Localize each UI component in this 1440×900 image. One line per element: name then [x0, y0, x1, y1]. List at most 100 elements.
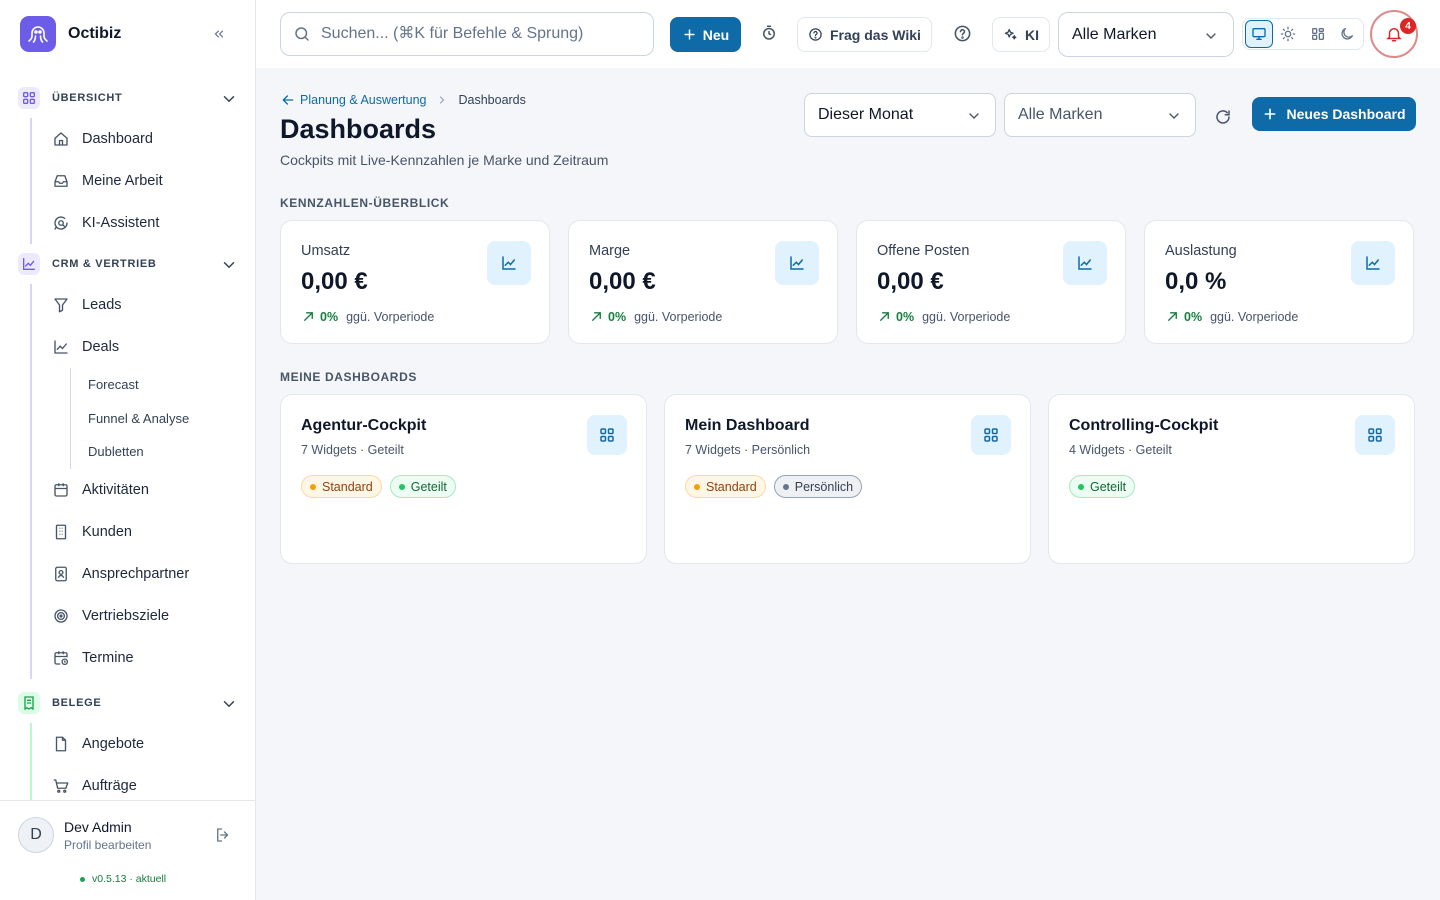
logout-icon[interactable]	[214, 826, 232, 844]
kpi-label: Umsatz	[301, 243, 351, 259]
trending-chart-icon	[1351, 241, 1395, 285]
search-input[interactable]	[321, 25, 641, 43]
status-badge: Persönlich	[773, 475, 863, 498]
timer-icon[interactable]	[760, 24, 778, 42]
sidebar-item-quotes[interactable]: Angebote	[32, 723, 256, 765]
page-title: Dashboards	[280, 114, 437, 144]
section-group: Angebote Aufträge	[30, 722, 256, 801]
layout-grid-icon[interactable]	[1304, 20, 1331, 48]
ai-button[interactable]: KI	[992, 17, 1050, 52]
breadcrumb-parent-link[interactable]: Planung & Auswertung	[280, 92, 426, 108]
refresh-icon[interactable]	[1214, 108, 1232, 126]
sidebar-item-label: Termine	[82, 649, 134, 666]
kpi-delta-value: 0%	[320, 309, 339, 324]
kpi-compare-label: ggü. Vorperiode	[1210, 309, 1299, 324]
dashboard-name: Agentur-Cockpit	[301, 417, 427, 434]
section-label: BELEGE	[52, 696, 102, 709]
topbar: Neu Frag das Wiki KI Alle Marken 4	[256, 0, 1440, 68]
search-box[interactable]	[280, 12, 654, 56]
sidebar-item-ai-assistant[interactable]: KI-Assistent	[32, 202, 256, 244]
sparkles-icon	[1004, 28, 1017, 40]
dashboard-card-my-dashboard[interactable]: Mein Dashboard 7 Widgets · Persönlich St…	[664, 394, 1031, 564]
dashboards-section-heading: MEINE DASHBOARDS	[280, 370, 417, 384]
home-icon	[52, 130, 70, 148]
brand-select-value: Alle Marken	[1072, 25, 1157, 43]
dashboard-meta: 4 Widgets · Geteilt	[1069, 443, 1172, 457]
monitor-icon[interactable]	[1245, 20, 1273, 48]
sidebar-subitem-duplicates[interactable]: Dubletten	[71, 435, 256, 469]
sidebar-subitem-forecast[interactable]: Forecast	[71, 368, 256, 402]
status-badge: Geteilt	[389, 475, 456, 498]
trending-chart-icon	[775, 241, 819, 285]
section-crm[interactable]: CRM & VERTRIEB	[0, 244, 256, 284]
ask-wiki-label: Frag das Wiki	[830, 26, 921, 43]
section-group: Leads Deals Forecast Funnel & Analyse Du…	[30, 284, 256, 679]
new-button[interactable]: Neu	[670, 17, 741, 52]
notifications-button[interactable]: 4	[1370, 10, 1418, 58]
status-dot	[310, 483, 316, 490]
breadcrumb: Planung & Auswertung Dashboards	[280, 92, 526, 108]
sidebar-item-contacts[interactable]: Ansprechpartner	[32, 553, 256, 595]
new-dashboard-button[interactable]: Neues Dashboard	[1252, 97, 1416, 131]
moon-icon[interactable]	[1334, 20, 1361, 48]
target-icon	[52, 607, 70, 625]
dashboard-name: Controlling-Cockpit	[1069, 417, 1219, 434]
brand-select[interactable]: Alle Marken	[1058, 12, 1234, 57]
dashboard-card-controlling-cockpit[interactable]: Controlling-Cockpit 4 Widgets · Geteilt …	[1048, 394, 1415, 564]
sidebar-item-label: Aktivitäten	[82, 481, 149, 498]
arrow-left-icon	[282, 95, 294, 105]
sidebar-item-label: Ansprechpartner	[82, 565, 190, 582]
ask-wiki-button[interactable]: Frag das Wiki	[797, 17, 932, 52]
sidebar-item-activities[interactable]: Aktivitäten	[32, 469, 256, 511]
help-circle-icon[interactable]	[953, 24, 972, 43]
status-dot	[782, 483, 789, 490]
app-name: Octibiz	[68, 25, 122, 42]
kpi-delta: 0% ggü. Vorperiode	[589, 309, 722, 324]
dashboard-meta: 7 Widgets · Persönlich	[685, 443, 811, 457]
sidebar-item-my-work[interactable]: Meine Arbeit	[32, 160, 256, 202]
kpi-value: 0,00 €	[301, 268, 368, 295]
filter-icon	[52, 296, 70, 314]
sidebar-item-dashboard[interactable]: Dashboard	[32, 118, 256, 160]
sidebar-item-label: Aufträge	[82, 777, 137, 794]
kpi-label: Marge	[589, 243, 631, 259]
user-panel: D Dev Admin Profil bearbeiten v0.5.13 · …	[0, 800, 256, 900]
sidebar-item-customers[interactable]: Kunden	[32, 511, 256, 553]
kpi-card-utilization[interactable]: Auslastung 0,0 % 0% ggü. Vorperiode	[1144, 220, 1414, 344]
section-documents[interactable]: BELEGE	[0, 683, 256, 723]
sidebar-item-deals[interactable]: Deals	[32, 326, 256, 368]
chevron-down-icon	[1166, 108, 1182, 124]
dashboard-card-agency-cockpit[interactable]: Agentur-Cockpit 7 Widgets · Geteilt Stan…	[280, 394, 647, 564]
brand[interactable]: Octibiz	[20, 16, 121, 52]
kpi-card-margin[interactable]: Marge 0,00 € 0% ggü. Vorperiode	[568, 220, 838, 344]
period-select[interactable]: Dieser Monat	[804, 93, 996, 137]
sidebar-item-sales-goals[interactable]: Vertriebsziele	[32, 595, 256, 637]
avatar[interactable]: D	[18, 817, 54, 853]
sidebar-item-leads[interactable]: Leads	[32, 284, 256, 326]
building-icon	[52, 523, 70, 541]
chevron-down-icon[interactable]	[220, 695, 238, 713]
sidebar-item-appointments[interactable]: Termine	[32, 637, 256, 679]
chevron-down-icon	[1203, 28, 1219, 44]
kpi-delta: 0% ggü. Vorperiode	[877, 309, 1010, 324]
chevron-down-icon[interactable]	[220, 256, 238, 274]
user-name[interactable]: Dev Admin	[64, 819, 132, 835]
sidebar-item-label: Meine Arbeit	[82, 173, 163, 189]
chevron-down-icon[interactable]	[220, 90, 238, 108]
kpi-card-revenue[interactable]: Umsatz 0,00 € 0% ggü. Vorperiode	[280, 220, 550, 344]
brand-filter-select[interactable]: Alle Marken	[1004, 93, 1196, 137]
collapse-sidebar-icon[interactable]	[208, 24, 230, 44]
edit-profile-link[interactable]: Profil bearbeiten	[64, 838, 151, 852]
sun-icon[interactable]	[1275, 20, 1302, 48]
sidebar-item-label: Leads	[82, 297, 122, 313]
status-dot	[1078, 483, 1084, 490]
sidebar-item-orders[interactable]: Aufträge	[32, 765, 256, 801]
file-icon	[52, 735, 70, 753]
tag-list: Geteilt	[1069, 475, 1143, 498]
sidebar-subitem-funnel[interactable]: Funnel & Analyse	[71, 402, 256, 436]
status-dot	[694, 483, 700, 490]
kpi-card-open-items[interactable]: Offene Posten 0,00 € 0% ggü. Vorperiode	[856, 220, 1126, 344]
chat-search-icon	[52, 214, 70, 232]
section-overview[interactable]: ÜBERSICHT	[0, 78, 256, 118]
section-label: ÜBERSICHT	[52, 92, 123, 104]
